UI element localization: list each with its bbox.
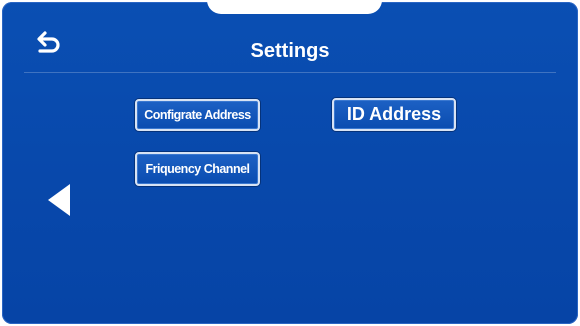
page-title: Settings	[250, 40, 330, 62]
configurate-address-button[interactable]: Configrate Address	[135, 99, 260, 131]
previous-page-button[interactable]	[46, 182, 72, 218]
header-divider	[24, 72, 556, 73]
triangle-left-icon	[48, 184, 70, 216]
settings-screen: Settings Configrate Address ID Address F…	[2, 2, 578, 324]
frequency-channel-button[interactable]: Friquency Channel	[135, 152, 260, 186]
id-address-button[interactable]: ID Address	[332, 98, 456, 131]
device-notch	[207, 2, 382, 14]
